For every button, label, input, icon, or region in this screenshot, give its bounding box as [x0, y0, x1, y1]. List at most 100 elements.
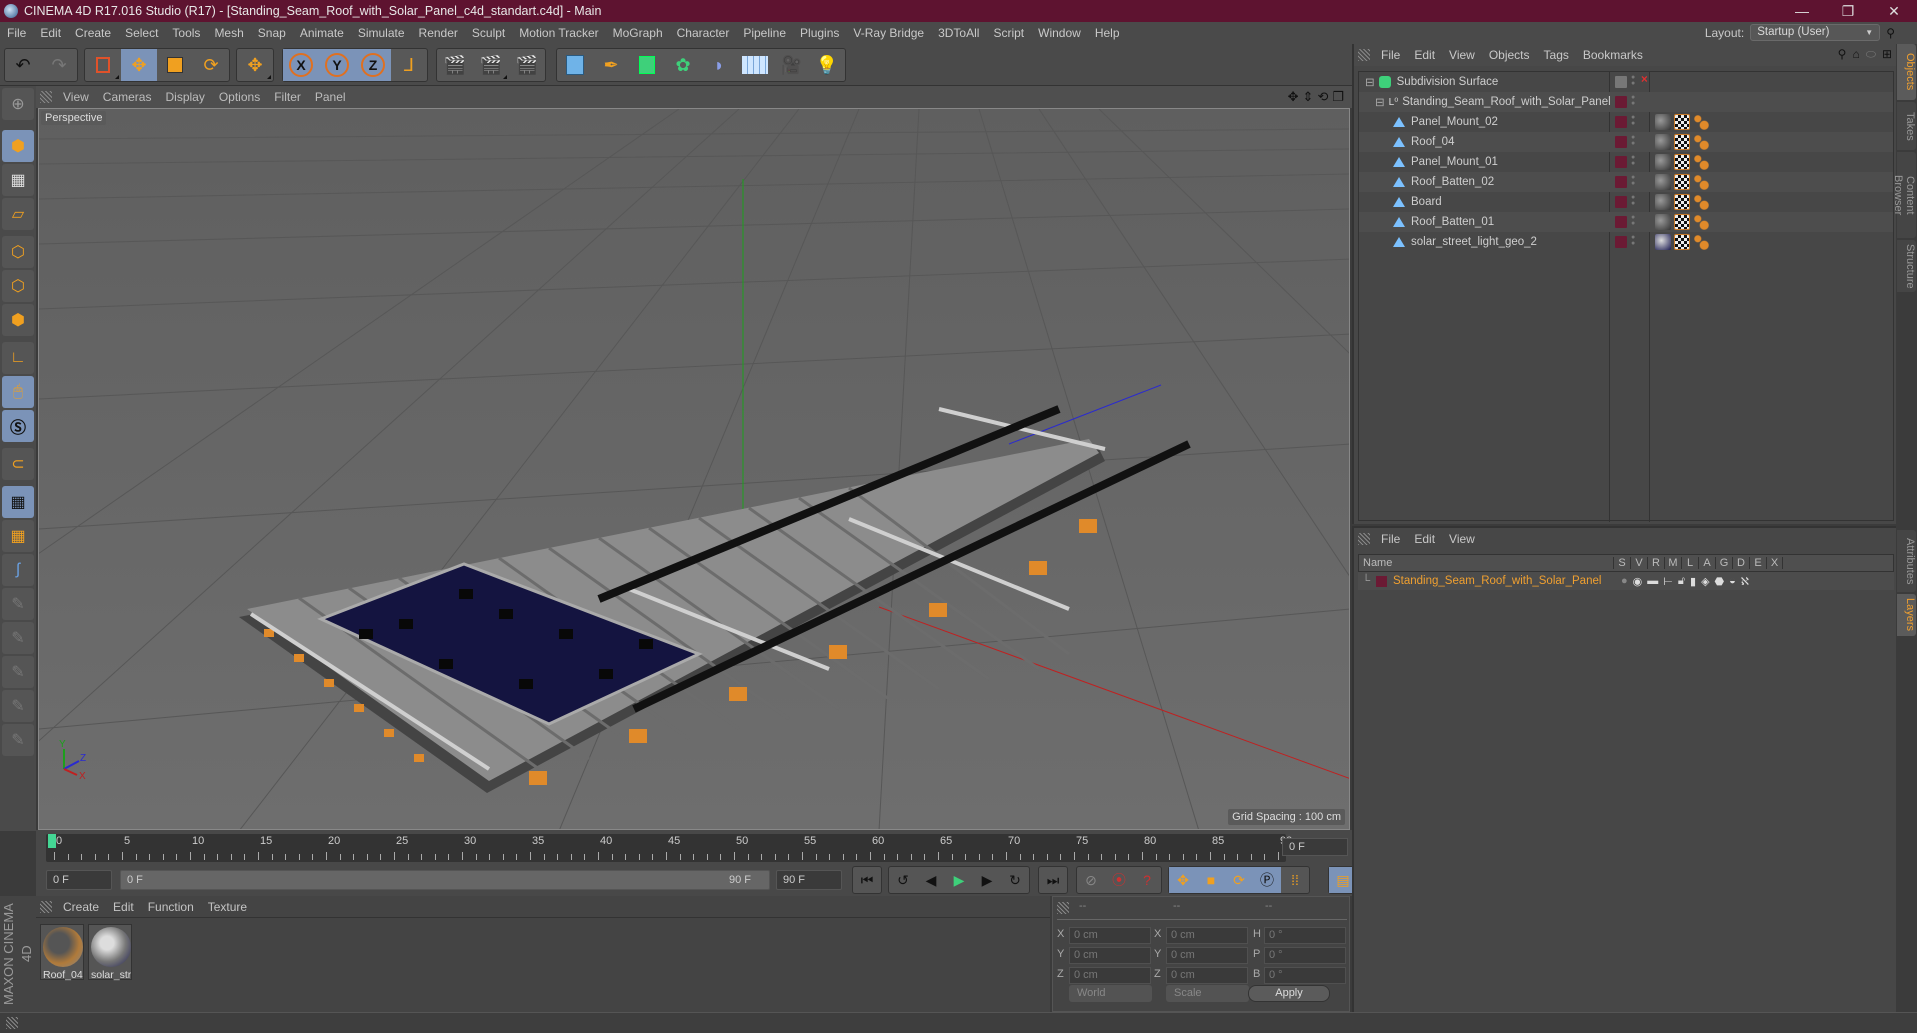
playhead[interactable]	[48, 834, 56, 848]
menu-mograph[interactable]: MoGraph	[606, 26, 670, 40]
animation-icon[interactable]: ▮	[1690, 575, 1696, 588]
object-row[interactable]: Panel_Mount_01 ● ●	[1359, 152, 1893, 172]
menu-help[interactable]: Help	[1088, 26, 1127, 40]
close-icon[interactable]: ✕	[1871, 0, 1917, 22]
layout-select[interactable]: Startup (User)	[1750, 24, 1881, 41]
prev-key-icon[interactable]: ↺	[889, 867, 917, 893]
panel-grip[interactable]	[40, 91, 52, 103]
phong-tag-icon[interactable]	[1693, 214, 1709, 230]
col-xref[interactable]: X	[1766, 557, 1783, 569]
object-row[interactable]: solar_street_light_geo_2 ● ●	[1359, 232, 1893, 252]
redo-icon[interactable]: ↷	[41, 49, 77, 81]
layer-swatch[interactable]	[1615, 76, 1627, 88]
layers-menu-edit[interactable]: Edit	[1407, 532, 1442, 546]
size-x-field[interactable]: 0 cm	[1166, 927, 1248, 944]
phong-tag-icon[interactable]	[1693, 114, 1709, 130]
viewport-menu-display[interactable]: Display	[158, 90, 211, 104]
size-z-field[interactable]: 0 cm	[1166, 967, 1248, 984]
visibility-dots[interactable]: ● ●	[1631, 134, 1636, 147]
menu-window[interactable]: Window	[1031, 26, 1088, 40]
next-key-icon[interactable]: ↻	[1001, 867, 1029, 893]
floor-icon[interactable]	[737, 49, 773, 81]
material-tag-icon[interactable]	[1655, 214, 1671, 230]
col-deformers[interactable]: D	[1732, 557, 1749, 569]
uvw-tag-icon[interactable]	[1674, 134, 1690, 150]
visibility-dots[interactable]: ● ●	[1631, 154, 1636, 167]
phong-tag-icon[interactable]	[1693, 154, 1709, 170]
magnet-icon[interactable]: ⊂	[2, 448, 34, 480]
menu-character[interactable]: Character	[670, 26, 737, 40]
key-rotation-icon[interactable]: ⟳	[1225, 867, 1253, 893]
visibility-dots[interactable]: ● ●	[1631, 94, 1636, 107]
menu-create[interactable]: Create	[68, 26, 118, 40]
light-icon[interactable]: 💡	[809, 49, 845, 81]
minimize-icon[interactable]: —	[1779, 0, 1825, 22]
workplane-icon[interactable]: ▱	[2, 198, 34, 230]
current-frame-field[interactable]: 0 F	[1282, 838, 1348, 856]
scale-icon[interactable]	[157, 49, 193, 81]
panel-grip[interactable]	[40, 900, 52, 913]
objects-menu-objects[interactable]: Objects	[1482, 48, 1537, 62]
menu-edit[interactable]: Edit	[33, 26, 68, 40]
material-menu-edit[interactable]: Edit	[106, 900, 141, 914]
material-tag-icon[interactable]	[1655, 234, 1671, 250]
pen-icon[interactable]: ✒	[593, 49, 629, 81]
uvw-tag-icon[interactable]	[1674, 194, 1690, 210]
autokey-icon[interactable]: ⦿	[1105, 867, 1133, 893]
timeline-ruler[interactable]: 051015202530354045505560657075808590	[46, 834, 1292, 862]
layer-swatch[interactable]	[1615, 156, 1627, 168]
col-generators[interactable]: G	[1715, 557, 1732, 569]
visibility-dots[interactable]: ● ●	[1631, 214, 1636, 227]
col-expressions[interactable]: E	[1749, 557, 1766, 569]
camera-icon[interactable]: 🎥	[773, 49, 809, 81]
lock-workplane-icon[interactable]: ▦	[2, 486, 34, 518]
keyframe-selection-icon[interactable]: ?	[1133, 867, 1161, 893]
maximize-view-icon[interactable]: ❐	[1332, 89, 1344, 105]
panel-grip[interactable]	[1358, 49, 1370, 61]
edges-mode-icon[interactable]: ⬡	[2, 270, 34, 302]
object-row[interactable]: Roof_Batten_02 ● ●	[1359, 172, 1893, 192]
apply-button[interactable]: Apply	[1248, 985, 1330, 1002]
key-parameter-icon[interactable]: Ⓟ	[1253, 867, 1281, 893]
cube-icon[interactable]	[557, 49, 593, 81]
y-axis-icon[interactable]: Y	[319, 49, 355, 81]
material-tag-icon[interactable]	[1655, 194, 1671, 210]
new-panel-icon[interactable]: ⊞	[1882, 47, 1892, 62]
make-editable-icon[interactable]: ⊕	[2, 88, 34, 120]
snap-s-icon[interactable]: Ⓢ	[2, 410, 34, 442]
zoom-view-icon[interactable]: ⇕	[1303, 89, 1314, 105]
visibility-dots[interactable]: ● ●	[1631, 74, 1636, 87]
disable-icon[interactable]: ×	[1641, 74, 1648, 86]
visibility-dots[interactable]: ● ●	[1631, 194, 1636, 207]
visibility-dots[interactable]: ● ●	[1631, 234, 1636, 247]
key-pla-icon[interactable]: ⁞⁞	[1281, 867, 1309, 893]
material-swatch[interactable]: solar_str	[88, 924, 132, 981]
key-scale-icon[interactable]: ■	[1197, 867, 1225, 893]
pin-bend-icon[interactable]: ✎	[2, 724, 34, 756]
material-menu-create[interactable]: Create	[56, 900, 106, 914]
panel-grip[interactable]	[1358, 533, 1370, 545]
menu-3dtoall[interactable]: 3DToAll	[931, 26, 986, 40]
phong-tag-icon[interactable]	[1693, 194, 1709, 210]
pin-p-icon[interactable]: ✎	[2, 622, 34, 654]
model-mode-icon[interactable]: ⬢	[2, 130, 34, 162]
phong-tag-icon[interactable]	[1693, 234, 1709, 250]
menu-script[interactable]: Script	[986, 26, 1031, 40]
material-tag-icon[interactable]	[1655, 154, 1671, 170]
layer-name[interactable]: Standing_Seam_Roof_with_Solar_Panel	[1393, 575, 1621, 587]
undo-icon[interactable]: ↶	[5, 49, 41, 81]
uvw-tag-icon[interactable]	[1674, 114, 1690, 130]
layer-swatch[interactable]	[1615, 176, 1627, 188]
viewport-menu-filter[interactable]: Filter	[267, 90, 308, 104]
deformer-icon[interactable]: ◗	[701, 49, 737, 81]
pos-y-field[interactable]: 0 cm	[1069, 947, 1151, 964]
recent-tool-icon[interactable]: ✥	[237, 49, 273, 81]
next-frame-icon[interactable]: ▶	[973, 867, 1001, 893]
size-y-field[interactable]: 0 cm	[1166, 947, 1248, 964]
search-icon[interactable]: ⚲	[1886, 26, 1895, 40]
objects-menu-file[interactable]: File	[1374, 48, 1407, 62]
coordinate-mode-select[interactable]: World	[1069, 985, 1152, 1002]
cloner-icon[interactable]: ✿	[665, 49, 701, 81]
rot-p-field[interactable]: 0 °	[1264, 947, 1346, 964]
panel-grip[interactable]	[1057, 902, 1069, 914]
